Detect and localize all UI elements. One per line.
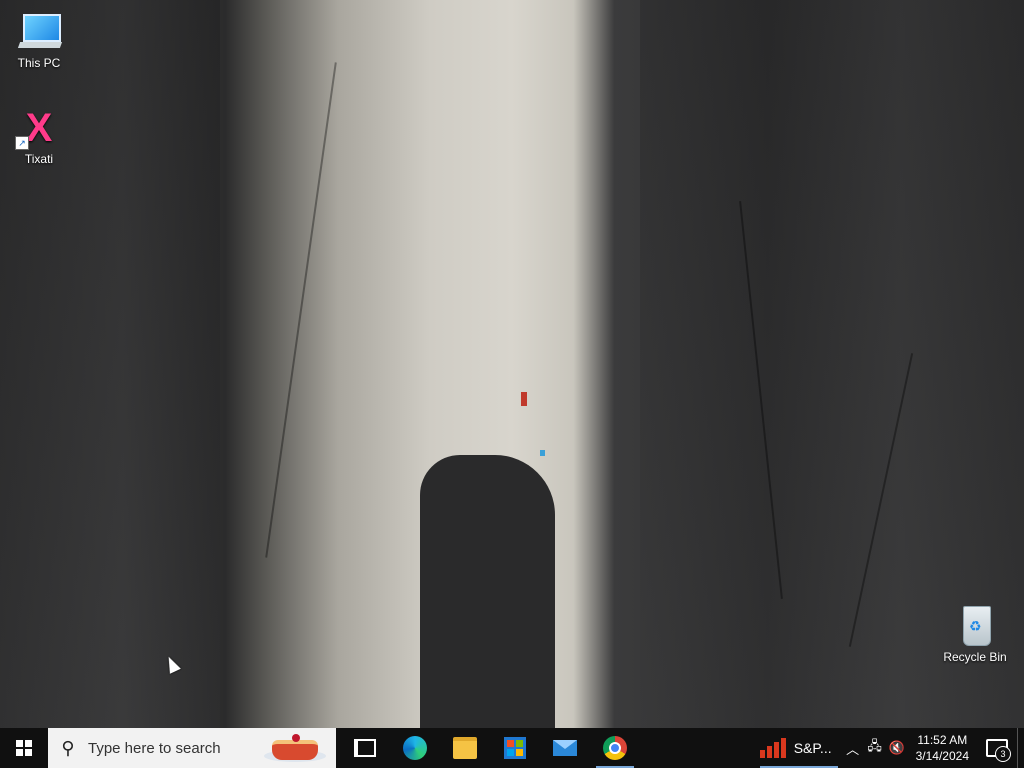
clock[interactable]: 11:52 AM 3/14/2024: [908, 732, 977, 764]
edge-icon: [403, 736, 427, 760]
mail-icon: [553, 740, 577, 756]
wallpaper-climber: [521, 392, 527, 406]
volume-muted-icon[interactable]: 🔇: [886, 740, 908, 756]
notification-count-badge: 3: [995, 746, 1011, 762]
store-icon: [504, 737, 526, 759]
chevron-up-icon[interactable]: ︿: [842, 739, 864, 758]
desktop-wallpaper: This PC X ↗ Tixati ♻ Recycle Bin: [0, 0, 1024, 728]
edge-button[interactable]: [390, 728, 440, 768]
search-input[interactable]: Type here to search: [88, 740, 221, 757]
stock-chart-icon: [759, 738, 786, 758]
desktop-icon-recycle-bin[interactable]: ♻ Recycle Bin: [940, 604, 1010, 664]
wallpaper-crack: [265, 62, 337, 558]
wallpaper-rock-pillar: [420, 455, 555, 728]
taskbar-app-sp[interactable]: S&P...: [756, 728, 842, 768]
search-box[interactable]: ⚲ Type here to search: [48, 728, 336, 768]
desktop-icon-this-pc[interactable]: This PC: [4, 10, 74, 70]
computer-icon: [17, 10, 63, 54]
search-highlight-pie-icon: [264, 732, 326, 764]
windows-logo-icon: [16, 740, 32, 756]
search-icon: ⚲: [61, 737, 75, 758]
show-desktop-button[interactable]: [1017, 728, 1024, 768]
desktop-icon-label: Tixati: [24, 152, 54, 166]
clock-date: 3/14/2024: [915, 749, 969, 763]
desktop-icon-tixati[interactable]: X ↗ Tixati: [4, 106, 74, 166]
desktop-icon-label: This PC: [17, 56, 61, 70]
chrome-button[interactable]: [590, 728, 640, 768]
store-button[interactable]: [490, 728, 540, 768]
task-view-icon: [354, 739, 376, 757]
notification-center-button[interactable]: 3: [977, 728, 1017, 768]
file-explorer-button[interactable]: [440, 728, 490, 768]
desktop-icon-label: Recycle Bin: [943, 650, 1007, 664]
wallpaper-climber: [540, 450, 545, 456]
start-button[interactable]: [0, 728, 48, 768]
file-explorer-icon: [453, 737, 477, 759]
task-view-button[interactable]: [340, 728, 390, 768]
tixati-icon: X ↗: [15, 106, 61, 150]
shortcut-arrow-icon: ↗: [15, 136, 29, 150]
recycle-bin-icon: ♻: [953, 604, 997, 648]
network-icon[interactable]: 🖧: [864, 737, 886, 759]
mail-button[interactable]: [540, 728, 590, 768]
chrome-icon: [603, 736, 627, 760]
taskbar-app-label: S&P...: [793, 740, 832, 756]
taskbar: ⚲ Type here to search S&P... ︿ 🖧 🔇 11:52…: [0, 728, 1024, 768]
system-tray: ︿ 🖧 🔇 11:52 AM 3/14/2024 3: [842, 728, 1024, 768]
clock-time: 11:52 AM: [917, 733, 968, 747]
